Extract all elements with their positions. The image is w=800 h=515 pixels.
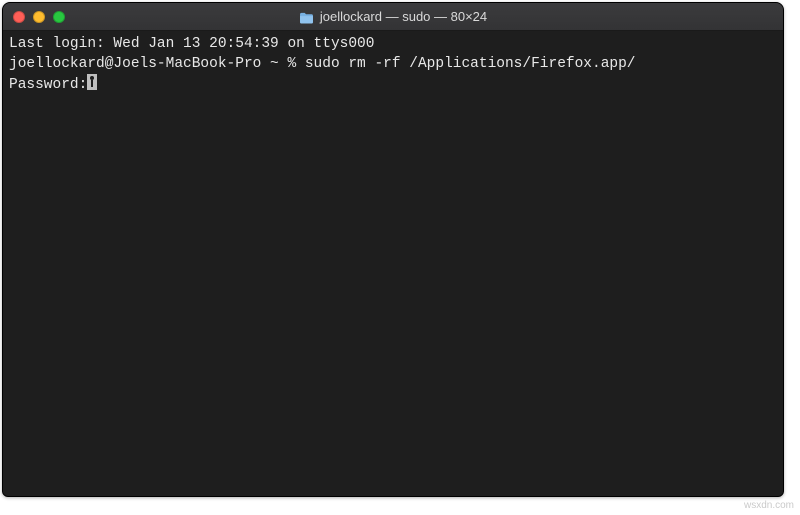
title-wrap: joellockard — sudo — 80×24 [3, 9, 783, 24]
titlebar[interactable]: joellockard — sudo — 80×24 [3, 3, 783, 31]
terminal-line: Last login: Wed Jan 13 20:54:39 on ttys0… [9, 34, 777, 54]
watermark: wsxdn.com [744, 500, 794, 511]
folder-icon [299, 11, 314, 23]
terminal-line: Password: [9, 74, 777, 95]
terminal-text: Password: [9, 77, 87, 93]
maximize-button[interactable] [53, 11, 65, 23]
terminal-window: joellockard — sudo — 80×24 Last login: W… [2, 2, 784, 497]
terminal-text: joellockard@Joels-MacBook-Pro ~ % sudo r… [9, 56, 636, 72]
minimize-button[interactable] [33, 11, 45, 23]
window-title: joellockard — sudo — 80×24 [320, 9, 487, 24]
terminal-line: joellockard@Joels-MacBook-Pro ~ % sudo r… [9, 54, 777, 74]
close-button[interactable] [13, 11, 25, 23]
traffic-lights [3, 11, 65, 23]
terminal-body[interactable]: Last login: Wed Jan 13 20:54:39 on ttys0… [3, 31, 783, 496]
password-cursor-icon [87, 74, 97, 90]
terminal-text: Last login: Wed Jan 13 20:54:39 on ttys0… [9, 36, 374, 52]
